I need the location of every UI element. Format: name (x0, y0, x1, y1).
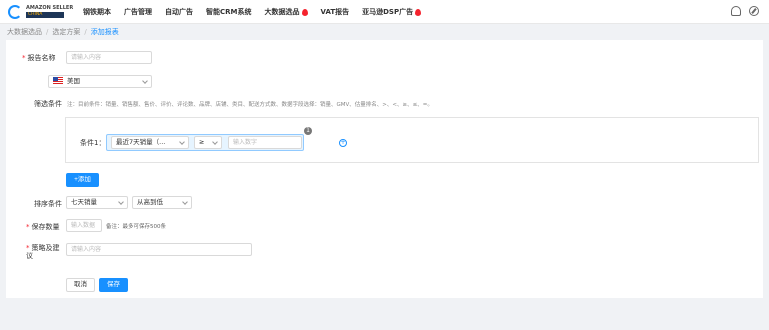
nav-item-label: 大数据选品 (264, 8, 300, 16)
save-count-input[interactable]: 输入数据 (66, 219, 102, 232)
condition-field-value: 最近7天销量（... (116, 138, 166, 146)
chevron-down-icon (142, 78, 148, 84)
country-select[interactable]: 美国 (48, 75, 152, 88)
add-button[interactable]: +添加 (66, 173, 99, 187)
breadcrumb-current: 添加报表 (90, 28, 119, 36)
us-flag-icon (53, 77, 63, 84)
report-name-input[interactable]: 请输入内容 (66, 51, 152, 64)
filter-hint: 注：目前条件：销量、销售额、售价、评价、评论数、品牌、店铺、类目、配送方式数、数… (67, 102, 433, 108)
remark-input[interactable]: 请输入内容 (66, 243, 252, 256)
chevron-down-icon (179, 139, 185, 145)
logo-text: AMAZON SELLER (26, 5, 74, 11)
header-actions (723, 6, 759, 16)
logo[interactable]: AMAZON SELLER CHINA (8, 4, 73, 20)
breadcrumb-separator: / (46, 28, 49, 36)
main-nav: 钢铁期本 广告管理 自动广告 智能CRM系统 大数据选品 VAT报告 亚马逊DS… (83, 0, 434, 24)
nav-item[interactable]: 大数据选品 (265, 7, 308, 17)
breadcrumb-item[interactable]: 选定方案 (52, 27, 80, 37)
add-condition-icon[interactable]: + (339, 139, 347, 147)
save-button[interactable]: 保存 (99, 278, 128, 292)
remark-label: 策略及建议 (26, 244, 60, 260)
sort-order-value: 从高到低 (137, 198, 163, 206)
filter-label: 筛选条件 (34, 100, 62, 108)
nav-item[interactable]: 智能CRM系统 (206, 7, 252, 17)
logo-subtext: CHINA (26, 12, 64, 18)
hot-flame-icon (415, 8, 422, 16)
bell-icon[interactable] (731, 6, 741, 16)
nav-item[interactable]: 广告管理 (124, 7, 152, 17)
report-name-label: 报告名称 (22, 53, 56, 63)
condition-field-select[interactable]: 最近7天销量（... (111, 136, 189, 149)
logo-mark-icon (8, 5, 22, 19)
remove-condition-icon[interactable]: 1 (304, 127, 312, 135)
chevron-down-icon (212, 139, 218, 145)
hot-flame-icon (301, 8, 308, 16)
chevron-down-icon (118, 199, 124, 205)
chevron-down-icon (182, 199, 188, 205)
nav-item[interactable]: 钢铁期本 (83, 7, 111, 17)
save-count-label: 保存数量 (26, 222, 60, 232)
form-panel: 报告名称 请输入内容 美国 筛选条件 注：目前条件：销量、销售额、售价、评价、评… (6, 40, 763, 298)
nav-item[interactable]: 自动广告 (165, 7, 193, 17)
condition-label: 条件1： (80, 139, 106, 147)
condition-value-input[interactable]: 输入数字 (228, 136, 302, 149)
nav-item-label: 广告管理 (124, 8, 152, 16)
nav-item-label: 智能CRM系统 (206, 8, 252, 16)
nav-item-label: VAT报告 (320, 8, 350, 16)
compass-icon[interactable] (749, 6, 759, 16)
country-value: 美国 (67, 77, 80, 85)
nav-item-label: 自动广告 (165, 8, 193, 16)
sort-field-select[interactable]: 七天销量 (66, 196, 128, 209)
breadcrumb-item[interactable]: 大数据选品 (7, 27, 42, 37)
condition-operator-value: ≥ (199, 138, 205, 146)
breadcrumb: 大数据选品 / 选定方案 / 添加报表 (7, 26, 119, 38)
sort-order-select[interactable]: 从高到低 (132, 196, 192, 209)
nav-item-label: 钢铁期本 (83, 8, 111, 16)
nav-item-label: 亚马逊DSP广告 (362, 8, 414, 16)
nav-item[interactable]: VAT报告 (321, 7, 350, 17)
top-navigation-bar: AMAZON SELLER CHINA 钢铁期本 广告管理 自动广告 智能CRM… (0, 0, 769, 24)
sort-label: 排序条件 (34, 200, 62, 208)
nav-item[interactable]: 亚马逊DSP广告 (362, 7, 422, 17)
cancel-button[interactable]: 取消 (66, 278, 95, 292)
breadcrumb-separator: / (84, 28, 87, 36)
condition-operator-select[interactable]: ≥ (194, 136, 222, 149)
save-count-note: 备注：最多可保存500条 (106, 224, 166, 230)
sort-field-value: 七天销量 (71, 198, 97, 206)
